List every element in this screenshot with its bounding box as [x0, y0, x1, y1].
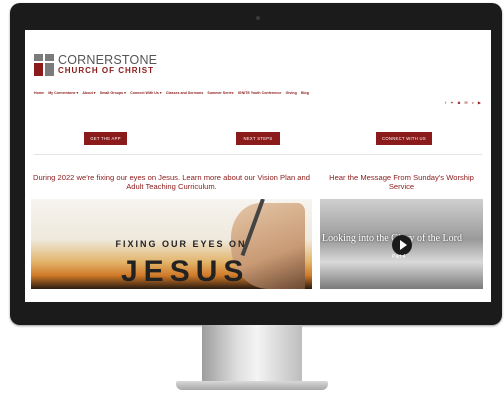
divider	[34, 154, 482, 155]
twitter-icon[interactable]: ✦	[450, 100, 453, 105]
vision-heading[interactable]: During 2022 we're fixing our eyes on Jes…	[31, 173, 312, 191]
play-icon	[400, 240, 407, 250]
monitor-stand	[202, 325, 302, 385]
website-screen: CORNERSTONE CHURCH OF CHRIST Home My Cor…	[25, 30, 491, 302]
social-links: f ✦ ◙ ✉ v ▶	[442, 100, 481, 105]
monitor-frame: CORNERSTONE CHURCH OF CHRIST Home My Cor…	[10, 3, 502, 325]
sermon-video[interactable]: Looking into the Glory of the Lord Part …	[320, 199, 483, 289]
nav-item-blog[interactable]: Blog	[301, 91, 309, 95]
logo-name: CORNERSTONE	[58, 53, 158, 67]
vimeo-icon[interactable]: v	[472, 100, 474, 105]
nav-item-about[interactable]: About ▾	[82, 91, 95, 95]
nav-item-connect[interactable]: Connect With Us ▾	[130, 91, 162, 95]
banner-line-1: FIXING OUR EYES ON	[115, 239, 247, 249]
nav-item-classes[interactable]: Classes and Sermons	[166, 91, 203, 95]
play-button[interactable]	[392, 235, 412, 255]
email-icon[interactable]: ✉	[464, 100, 467, 105]
site-logo[interactable]: CORNERSTONE CHURCH OF CHRIST	[34, 53, 174, 78]
nav-item-my-cornerstone[interactable]: My Cornerstone ▾	[48, 91, 78, 95]
nav-item-small-groups[interactable]: Small Groups ▾	[100, 91, 126, 95]
sermon-heading: Hear the Message From Sunday's Worship S…	[329, 173, 474, 191]
instagram-icon[interactable]: ◙	[458, 100, 460, 105]
logo-mark-icon	[34, 54, 54, 76]
nav-item-ignite[interactable]: IGNITE Youth Conference	[238, 91, 282, 95]
facebook-icon[interactable]: f	[445, 100, 446, 105]
nav-item-giving[interactable]: Giving	[286, 91, 297, 95]
connect-with-us-button[interactable]: CONNECT WITH US	[376, 132, 432, 145]
fixing-eyes-banner[interactable]: FIXING OUR EYES ON JESUS	[31, 199, 312, 289]
nav-item-summer-series[interactable]: Summer Series	[207, 91, 233, 95]
logo-subtitle: CHURCH OF CHRIST	[58, 66, 154, 75]
main-nav: Home My Cornerstone ▾ About ▾ Small Grou…	[34, 91, 312, 95]
banner-line-2: JESUS	[121, 255, 250, 288]
get-the-app-button[interactable]: GET THE APP	[84, 132, 127, 145]
youtube-icon[interactable]: ▶	[478, 100, 481, 105]
monitor-base	[176, 381, 328, 390]
nav-item-home[interactable]: Home	[34, 91, 44, 95]
video-part: Part 4	[392, 254, 406, 260]
camera-icon	[256, 16, 260, 20]
next-steps-button[interactable]: NEXT STEPS	[236, 132, 280, 145]
